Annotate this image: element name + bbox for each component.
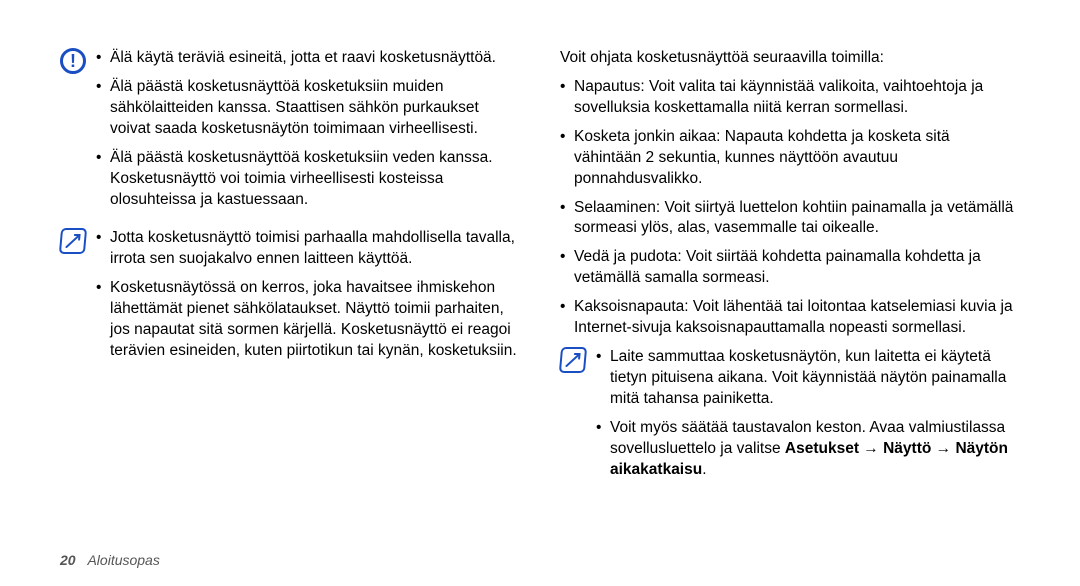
gesture-item: Vedä ja pudota: Voit siirtää kohdetta pa… [560,247,1020,289]
page-number: 20 [60,552,76,568]
note-icon [59,228,87,254]
icon-column [60,228,96,254]
note-block-right: Laite sammuttaa kosketusnäytön, kun lait… [560,347,1020,489]
note-item: Voit myös säätää taustavalon keston. Ava… [596,418,1020,481]
page-footer: 20 Aloitusopas [60,552,160,568]
right-column: Voit ohjata kosketusnäyttöä seuraavilla … [560,48,1020,499]
gesture-item: Kosketa jonkin aikaa: Napauta kohdetta j… [560,127,1020,190]
left-column: Älä käytä teräviä esineitä, jotta et raa… [60,48,520,499]
icon-column [560,347,596,373]
lead-text: Voit ohjata kosketusnäyttöä seuraavilla … [560,48,1020,69]
alert-item: Älä päästä kosketusnäyttöä kosketuksiin … [96,148,520,211]
note-item: Laite sammuttaa kosketusnäytön, kun lait… [596,347,1020,410]
icon-column [60,48,96,74]
note-content: Jotta kosketusnäyttö toimisi parhaalla m… [96,228,520,370]
alert-content: Älä käytä teräviä esineitä, jotta et raa… [96,48,520,218]
gesture-item: Napautus: Voit valita tai käynnistää val… [560,77,1020,119]
gesture-item: Selaaminen: Voit siirtyä luettelon kohti… [560,198,1020,240]
note-block: Jotta kosketusnäyttö toimisi parhaalla m… [60,228,520,370]
note-icon [559,347,587,373]
gesture-item: Kaksoisnapauta: Voit lähentää tai loiton… [560,297,1020,339]
gesture-list: Napautus: Voit valita tai käynnistää val… [560,77,1020,339]
section-title: Aloitusopas [87,552,159,568]
note-item: Kosketusnäytössä on kerros, joka havaits… [96,278,520,362]
alert-item: Älä päästä kosketusnäyttöä kosketuksiin … [96,77,520,140]
alert-item: Älä käytä teräviä esineitä, jotta et raa… [96,48,520,69]
manual-page: Älä käytä teräviä esineitä, jotta et raa… [0,0,1080,586]
note-item: Jotta kosketusnäyttö toimisi parhaalla m… [96,228,520,270]
alert-block: Älä käytä teräviä esineitä, jotta et raa… [60,48,520,218]
alert-icon [60,48,86,74]
two-columns: Älä käytä teräviä esineitä, jotta et raa… [60,48,1020,499]
note-text-suffix: . [702,461,706,478]
note-content-right: Laite sammuttaa kosketusnäytön, kun lait… [596,347,1020,489]
